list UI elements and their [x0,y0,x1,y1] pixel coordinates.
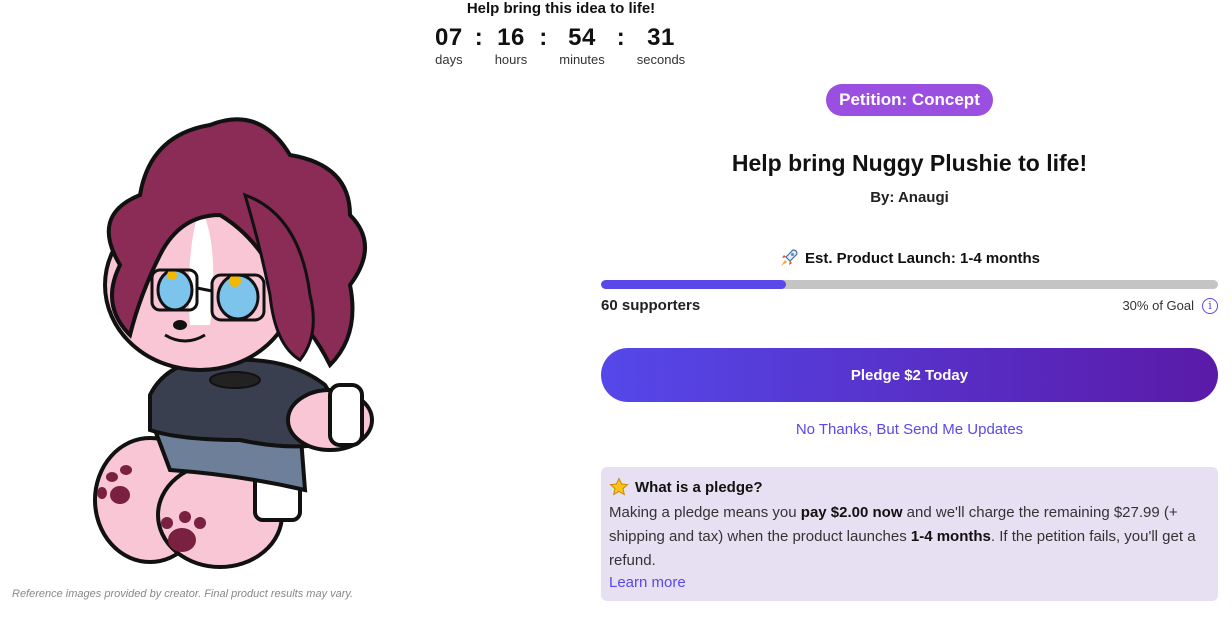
learn-more-link[interactable]: Learn more [609,574,1210,591]
image-disclaimer: Reference images provided by creator. Fi… [12,588,354,600]
goal-percent-text: 30% of Goal [1122,298,1194,313]
campaign-panel: Petition: Concept Help bring Nuggy Plush… [601,84,1218,601]
goal-progress: 30% of Goal i [1122,297,1218,314]
countdown-seconds-label: seconds [636,52,686,67]
countdown-seconds-value: 31 [647,24,675,51]
countdown-hours-label: hours [494,52,528,67]
countdown-separator: : [539,24,548,51]
countdown-title: Help bring this idea to life! [466,0,656,17]
product-image[interactable] [60,95,480,580]
countdown-days: 07 days [435,24,463,68]
countdown-hours: 16 hours [495,24,528,68]
pledge-info-bold-1: pay $2.00 now [800,504,903,521]
pledge-info-bold-2: 1-4 months [910,528,991,545]
pledge-info-heading: What is a pledge? [609,477,1210,497]
page-title: Help bring Nuggy Plushie to life! [731,150,1088,176]
status-badge: Petition: Concept [826,84,993,116]
pledge-info-box: What is a pledge? Making a pledge means … [601,467,1218,601]
plush-character-illustration-icon [93,117,374,569]
info-icon[interactable]: i [1202,297,1218,314]
progress-bar [601,280,1218,289]
countdown-timer: 07 days : 16 hours : 54 minutes : 31 sec… [435,24,685,68]
rocket-icon [780,249,798,266]
progress-stats: 60 supporters 30% of Goal i [601,297,1218,314]
countdown-separator: : [616,24,625,51]
launch-estimate: Est. Product Launch: 1-4 months [601,248,1218,268]
pledge-info-text: Making a pledge means you pay $2.00 now … [609,501,1210,573]
pledge-button[interactable]: Pledge $2 Today [601,348,1218,402]
countdown-separator: : [474,24,483,51]
launch-estimate-text: Est. Product Launch: 1-4 months [804,249,1041,267]
pledge-info-title: What is a pledge? [635,478,763,496]
supporters-count: 60 supporters [601,297,701,314]
star-icon [609,477,629,496]
countdown-minutes-value: 54 [568,24,596,51]
send-updates-link[interactable]: No Thanks, But Send Me Updates [601,421,1218,438]
pledge-info-text-1: Making a pledge means you [609,504,801,521]
countdown-minutes: 54 minutes [559,24,605,68]
countdown-seconds: 31 seconds [637,24,685,68]
countdown-minutes-label: minutes [559,52,605,67]
creator-byline: By: Anaugi [870,189,949,206]
countdown-hours-value: 16 [497,24,525,51]
countdown-days-value: 07 [435,24,463,51]
countdown-days-label: days [435,52,463,67]
progress-fill [601,280,787,289]
